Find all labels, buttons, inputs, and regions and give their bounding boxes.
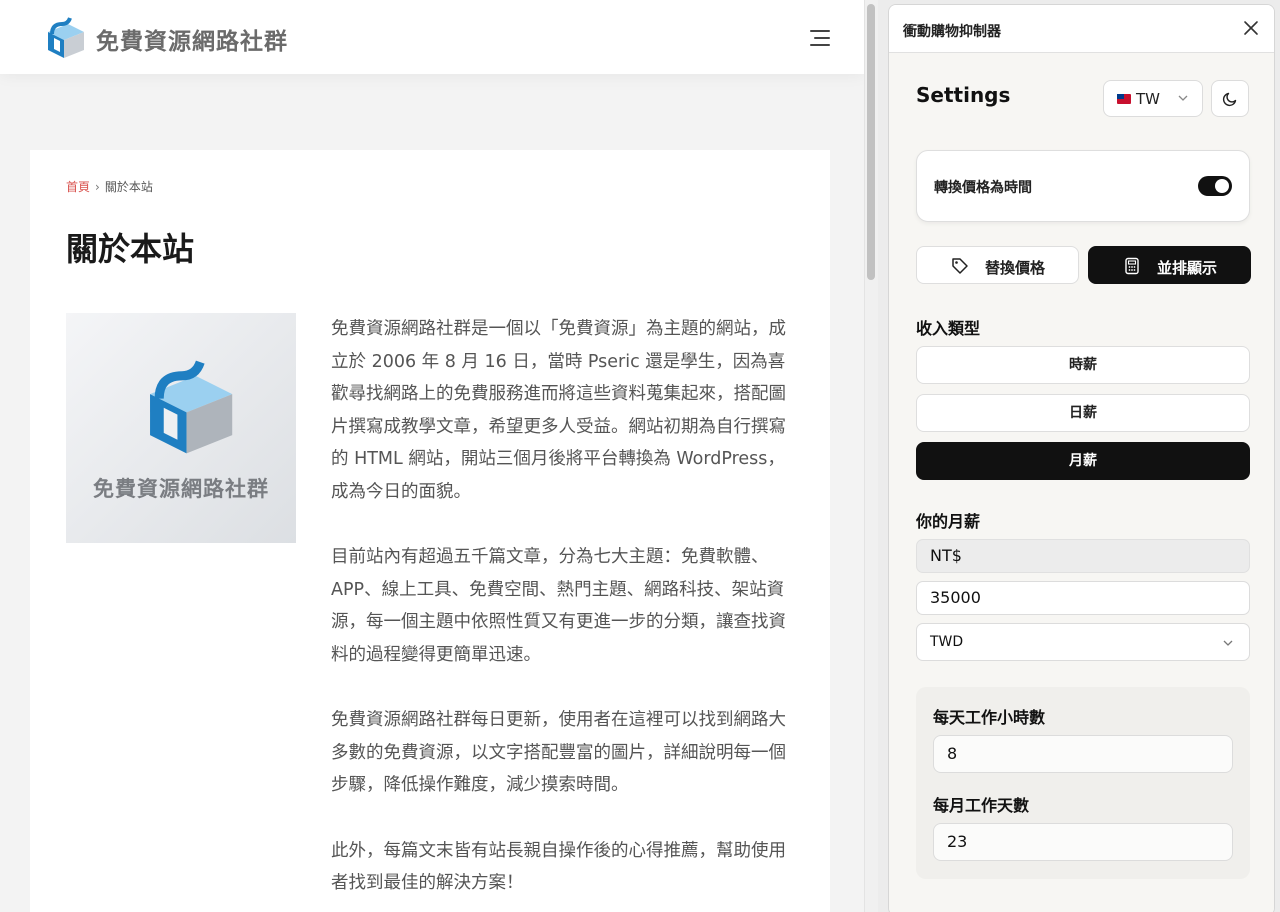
convert-price-card: 轉換價格為時間 [916, 150, 1250, 222]
image-caption: 免費資源網路社群 [93, 477, 269, 501]
article-paragraph: 此外，每篇文末皆有站長親自操作後的心得推薦，幫助使用者找到最佳的解決方案！ [331, 840, 786, 894]
panel-header: 衝動購物抑制器 [889, 5, 1274, 53]
hours-per-day-input[interactable]: 8 [933, 735, 1233, 773]
taiwan-flag-icon [1117, 94, 1131, 104]
salary-label: 你的月薪 [916, 512, 981, 531]
site-title[interactable]: 免費資源網路社群 [96, 22, 288, 56]
chevron-down-icon [1178, 95, 1188, 101]
country-select[interactable]: TW [1103, 80, 1203, 117]
breadcrumb-current: 關於本站 [104, 180, 153, 194]
side-by-side-label: 並排顯示 [1157, 259, 1218, 277]
breadcrumb: 首頁 › 關於本站 [66, 178, 153, 195]
article-paragraph: 免費資源網路社群每日更新，使用者在這裡可以找到網路大多數的免費資源，以文字搭配豐… [331, 710, 786, 795]
theme-toggle-button[interactable] [1211, 80, 1249, 117]
days-per-month-label: 每月工作天數 [933, 796, 1030, 815]
article-card: 首頁 › 關於本站 關於本站 免費資源網路社群 免費資源網路社群是一個以「免費資源」… [30, 150, 830, 912]
currency-symbol-field: NT$ [916, 539, 1250, 573]
chevron-down-icon [1223, 640, 1233, 646]
income-type-hourly[interactable]: 時薪 [916, 346, 1250, 384]
replace-price-label: 替換價格 [985, 259, 1046, 277]
feature-image: 免費資源網路社群 [66, 313, 296, 543]
country-value: TW [1136, 90, 1160, 108]
article-paragraph: 目前站內有超過五千篇文章，分為七大主題：免費軟體、APP、線上工具、免費空間、熱… [331, 547, 786, 665]
income-type-daily[interactable]: 日薪 [916, 394, 1250, 432]
breadcrumb-separator: › [95, 180, 100, 194]
site-logo-icon [150, 360, 233, 454]
settings-title: Settings [916, 83, 1011, 107]
moon-icon [1222, 92, 1237, 107]
panel-title: 衝動購物抑制器 [903, 24, 1001, 40]
side-by-side-button[interactable]: 並排顯示 [1088, 246, 1251, 284]
breadcrumb-home-link[interactable]: 首頁 [66, 180, 90, 194]
convert-price-label: 轉換價格為時間 [934, 180, 1032, 196]
income-type-monthly[interactable]: 月薪 [916, 442, 1250, 480]
income-type-label: 收入類型 [916, 319, 981, 338]
hours-per-day-label: 每天工作小時數 [933, 708, 1046, 727]
days-per-month-input[interactable]: 23 [933, 823, 1233, 861]
article-body: 免費資源網路社群是一個以「免費資源」為主題的網站，成立於 2006 年 8 月 … [331, 313, 791, 912]
article-paragraph: 免費資源網路社群是一個以「免費資源」為主題的網站，成立於 2006 年 8 月 … [331, 319, 786, 502]
work-settings-box: 每天工作小時數 8 每月工作天數 23 [916, 687, 1250, 879]
page-title: 關於本站 [66, 230, 195, 268]
currency-select-value: TWD [930, 634, 964, 650]
replace-price-button[interactable]: 替換價格 [916, 246, 1079, 284]
site-logo-icon[interactable] [38, 14, 86, 60]
salary-input[interactable]: 35000 [916, 581, 1250, 615]
page-scrollbar-thumb[interactable] [867, 4, 875, 280]
settings-body: Settings TW 轉換價格為時間 替換價格 並排顯示 收入類型 時薪 日薪… [889, 53, 1274, 912]
site-header: 免費資源網路社群 [0, 0, 864, 74]
currency-select[interactable]: TWD [916, 623, 1250, 661]
convert-price-toggle[interactable] [1198, 176, 1232, 196]
panel-frame: 衝動購物抑制器 Settings TW 轉換價格為時間 替換價格 並排顯示 收入… [888, 4, 1275, 912]
menu-icon[interactable] [806, 28, 830, 48]
tag-icon [952, 258, 968, 274]
extension-side-panel: 衝動購物抑制器 Settings TW 轉換價格為時間 替換價格 並排顯示 收入… [878, 0, 1280, 912]
calculator-icon [1125, 257, 1139, 275]
close-icon[interactable] [1242, 19, 1260, 37]
website-page: 免費資源網路社群 首頁 › 關於本站 關於本站 免費資源網路社群 免費資源網路社群是… [0, 0, 864, 912]
